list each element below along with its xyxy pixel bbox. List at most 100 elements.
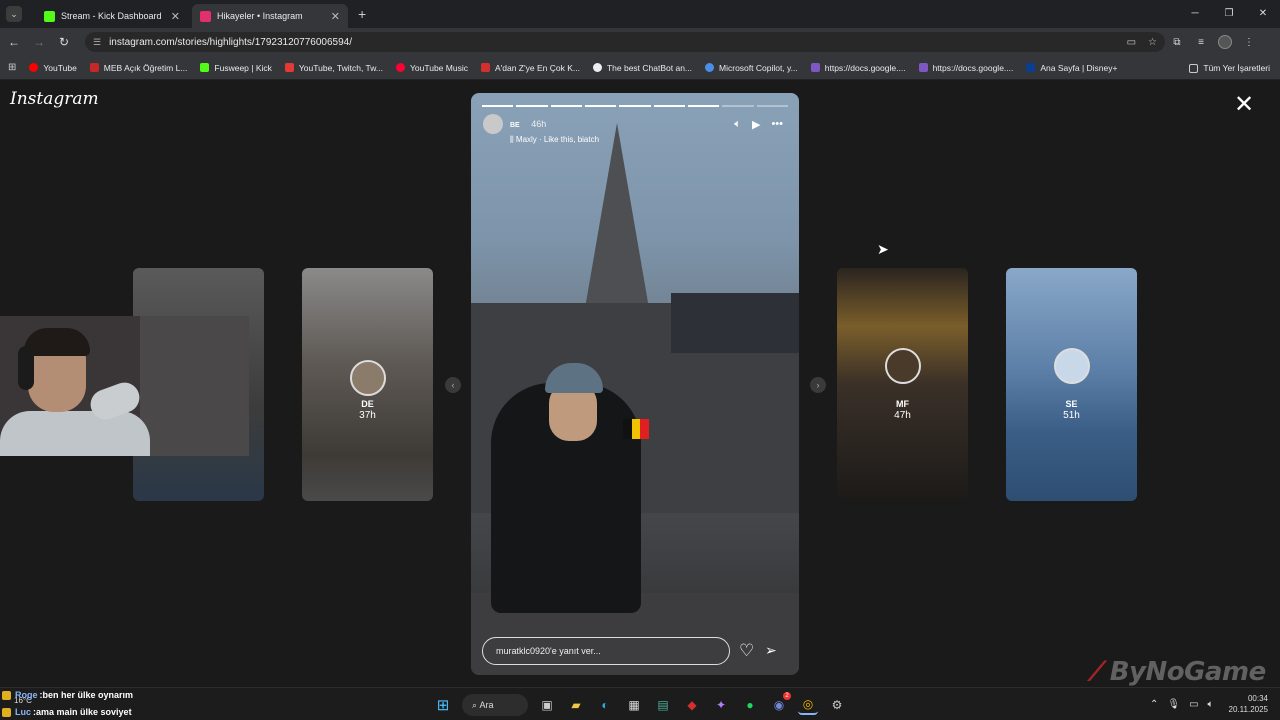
media-icon[interactable]: ≡	[1189, 37, 1213, 48]
app-red-icon[interactable]: ◆	[682, 695, 702, 715]
app-settings-icon[interactable]: ⚙	[827, 695, 847, 715]
tab-instagram[interactable]: Hikayeler • Instagram ✕	[192, 4, 348, 28]
network-icon[interactable]: ▭	[1189, 699, 1198, 710]
bookmark-favicon-icon	[396, 63, 405, 72]
preview-time: 51h	[1063, 410, 1080, 421]
bookmark-item[interactable]: Microsoft Copilot, y...	[705, 63, 798, 73]
window-close-icon[interactable]: ✕	[1246, 0, 1280, 28]
all-bookmarks-folder[interactable]: Tüm Yer İşaretleri	[1189, 56, 1270, 80]
discord-icon[interactable]: ◉ 2	[769, 692, 791, 715]
previous-story-icon[interactable]: ‹	[445, 377, 461, 393]
copilot-icon[interactable]: ✦	[711, 695, 731, 715]
more-options-icon[interactable]: •••	[771, 118, 783, 131]
chat-username: Luc	[15, 707, 32, 717]
speaker-icon[interactable]: 🔈︎	[1208, 699, 1214, 710]
story-avatar[interactable]	[483, 114, 503, 134]
profile-avatar[interactable]	[1218, 35, 1232, 49]
story-preview[interactable]: DE 37h	[302, 268, 433, 501]
tab-close-icon[interactable]: ✕	[171, 10, 180, 23]
restore-icon[interactable]: ❐	[1212, 0, 1246, 28]
clock-date: 20.11.2025	[1228, 705, 1268, 714]
story-username[interactable]: BE	[510, 122, 520, 129]
instagram-favicon-icon	[200, 10, 211, 22]
chat-message: Roge: ben her ülke oynarım	[2, 687, 133, 704]
flag-stripe	[623, 419, 632, 439]
progress-segment	[756, 105, 788, 107]
bookmark-item[interactable]: MEB Açık Öğretim L...	[89, 63, 187, 73]
preview-label: DE	[361, 399, 374, 409]
headset-icon	[18, 346, 34, 390]
bookmark-item[interactable]: https://docs.google....	[918, 63, 1013, 73]
bookmark-item[interactable]: YouTube	[29, 63, 77, 73]
clock[interactable]: 00:34 20.11.2025	[1229, 693, 1268, 715]
like-heart-icon[interactable]: ♡	[739, 641, 754, 661]
bookmark-item[interactable]: A'dan Z'ye En Çok K...	[480, 63, 580, 73]
back-icon[interactable]: ←	[3, 35, 25, 49]
chat-text: ben her ülke oynarım	[42, 690, 134, 700]
bookmark-item[interactable]: https://docs.google....	[810, 63, 906, 73]
close-viewer-icon[interactable]: ✕	[1234, 93, 1254, 117]
chat-badge-icon	[2, 708, 11, 717]
bookmark-item[interactable]: The best ChatBot an...	[592, 63, 692, 73]
bookmark-star-icon[interactable]: ☆	[1148, 37, 1157, 48]
progress-segment	[516, 105, 548, 107]
next-story-icon[interactable]: ›	[810, 377, 826, 393]
reload-icon[interactable]: ↻	[53, 35, 75, 49]
bookmark-item[interactable]: YouTube, Twitch, Tw...	[284, 63, 383, 73]
volume-icon[interactable]: 🔈︎	[734, 118, 741, 131]
tray-overflow-icon[interactable]: ⌃	[1150, 699, 1158, 710]
apps-grid-icon[interactable]: ⊞	[8, 62, 16, 73]
file-explorer-icon[interactable]: ▰	[566, 695, 586, 715]
minimize-icon[interactable]: ─	[1178, 0, 1212, 28]
spotify-icon[interactable]: ●	[740, 695, 760, 715]
task-view-icon[interactable]: ▣	[537, 695, 557, 715]
story-preview[interactable]: MF 47h	[837, 268, 968, 501]
tab-kick-dashboard[interactable]: Stream - Kick Dashboard ✕	[36, 4, 188, 28]
story-time: 46h	[531, 119, 547, 129]
windows-start-icon[interactable]: ⊞	[433, 695, 453, 715]
bynogame-logo-icon: ⟋	[1088, 657, 1106, 687]
bookmark-item[interactable]: Fusweep | Kick	[200, 63, 272, 73]
tab-close-icon[interactable]: ✕	[331, 10, 340, 23]
tab-title: Stream - Kick Dashboard	[61, 11, 162, 21]
cast-icon[interactable]: ▭	[1127, 37, 1136, 48]
webcam-shirt	[0, 411, 150, 456]
address-bar[interactable]: ☰ instagram.com/stories/highlights/17923…	[85, 32, 1165, 52]
taskbar-apps: ⊞ ⌕ Ara ▣ ▰ ◐ ▦ ▤ ◆ ✦ ● ◉ 2 ◎ ⚙	[433, 692, 847, 717]
bookmark-item[interactable]: Ana Sayfa | Disney+	[1026, 63, 1117, 73]
app-icon[interactable]: ▤	[653, 695, 673, 715]
progress-segment	[619, 105, 651, 107]
preview-time: 47h	[894, 410, 911, 421]
store-icon[interactable]: ▦	[624, 695, 644, 715]
bookmark-favicon-icon	[200, 63, 210, 72]
chrome-icon[interactable]: ◎	[798, 695, 818, 715]
progress-segment	[653, 105, 685, 107]
taskbar-search[interactable]: ⌕ Ara	[462, 694, 528, 716]
system-tray: ⌃ 🎙︎ ▭ 🔈︎ 00:34 20.11.2025	[1150, 693, 1268, 715]
reply-input[interactable]: muratklc0920'e yanıt ver...	[482, 637, 730, 665]
microphone-icon[interactable]: 🎙︎	[1167, 699, 1180, 710]
tab-search-icon[interactable]: ⌄	[6, 6, 22, 22]
instagram-logo[interactable]: Instagram	[10, 89, 99, 109]
chat-badge-icon	[2, 691, 11, 700]
story-preview[interactable]: SE 51h	[1006, 268, 1137, 501]
extensions-icon[interactable]: ⧉	[1165, 37, 1189, 48]
bookmark-favicon-icon	[480, 63, 490, 72]
send-icon[interactable]: ➢	[765, 642, 777, 659]
new-tab-icon[interactable]: +	[358, 6, 366, 22]
chat-username: Roge	[15, 690, 38, 700]
story-music[interactable]: ⫼ Maxly · Like this, biatch	[510, 135, 599, 145]
bookmark-item[interactable]: YouTube Music	[396, 63, 468, 73]
bookmark-favicon-icon	[29, 63, 39, 72]
active-story[interactable]: BE 46h ⫼ Maxly · Like this, biatch 🔈︎ ▶ …	[471, 93, 799, 675]
edge-icon[interactable]: ◐	[595, 695, 615, 715]
progress-segment	[722, 105, 754, 107]
bookmark-favicon-icon	[89, 63, 99, 72]
forward-icon[interactable]: →	[28, 35, 50, 49]
site-info-icon[interactable]: ☰	[93, 37, 101, 48]
notification-badge: 2	[783, 692, 791, 700]
play-icon[interactable]: ▶	[752, 118, 760, 131]
browser-toolbar: ← → ↻ ☰ instagram.com/stories/highlights…	[0, 28, 1280, 56]
menu-icon[interactable]: ⋮	[1237, 37, 1261, 48]
story-header: BE 46h ⫼ Maxly · Like this, biatch	[483, 114, 599, 145]
